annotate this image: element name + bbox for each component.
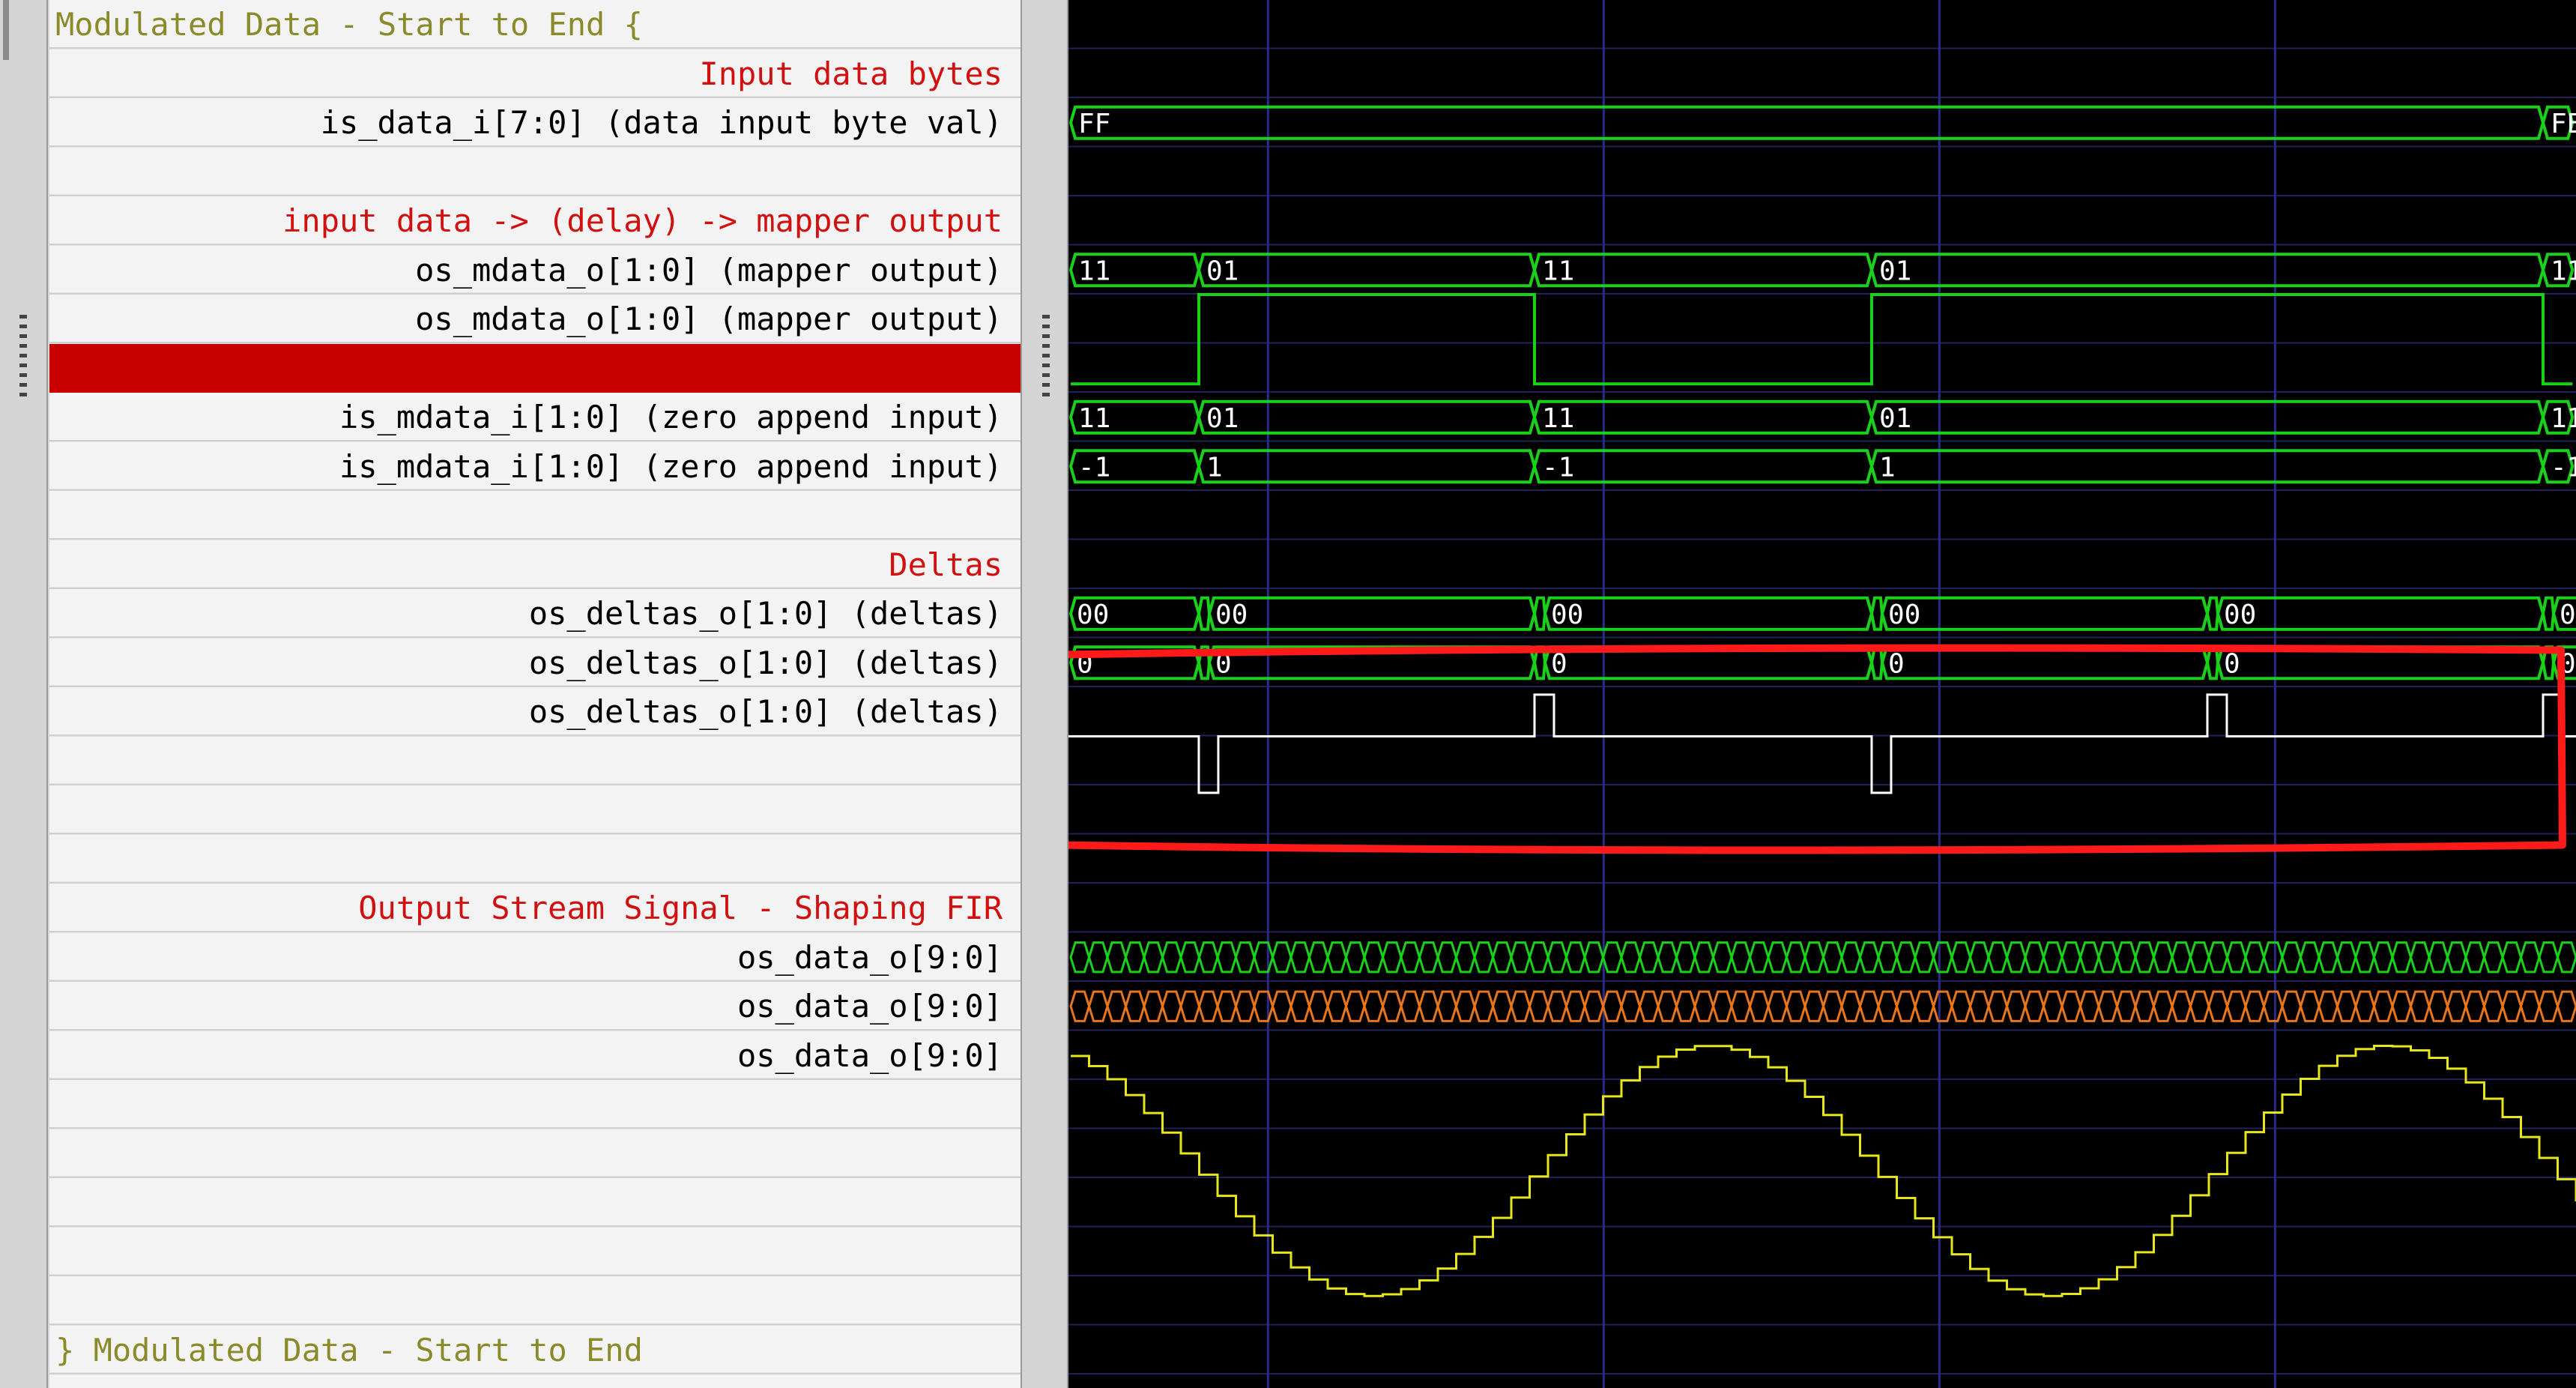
mdata-hex-bus-segment — [1869, 253, 2545, 288]
signal-name[interactable]: os_deltas_o[1:0] (deltas) — [49, 687, 1021, 737]
signal-name[interactable]: os_data_o[9:0] — [49, 933, 1021, 983]
zero-append-hex-bus-value-label: 11 — [1542, 403, 1574, 434]
deltas-hex-bus-value-label: 00 — [1215, 600, 1248, 630]
comment-label[interactable]: Deltas — [49, 540, 1021, 590]
signal-name[interactable]: os_data_o[9:0] — [49, 1031, 1021, 1081]
waveform-canvas[interactable]: FF FE11 01 11 01 1111 01 11 01 11-1 1 -1 1 -100 00 00 00… — [1068, 0, 2576, 1388]
deltas-hex-bus-glitch — [2205, 596, 2219, 631]
scroll-thumb[interactable] — [3, 0, 9, 60]
deltas-dec-bus-value-label: 0 — [1888, 648, 1905, 679]
zero-append-signed-bus-value-label: 1 — [1206, 452, 1223, 483]
deltas-hex-bus-segment — [1543, 596, 1874, 631]
deltas-hex-bus-glitch — [1197, 596, 1211, 631]
comment-label[interactable]: Output Stream Signal - Shaping FIR — [49, 884, 1021, 933]
os-data-bus-green — [1069, 941, 2576, 974]
mdata-hex-bus-value-label: 11 — [2551, 256, 2576, 286]
zero-append-signed-bus-segment — [1532, 449, 1874, 484]
deltas-hex-bus-segment — [1207, 596, 1537, 631]
zero-append-signed-bus-value-label: -1 — [1078, 452, 1110, 483]
os-data-analog-trace — [1071, 1045, 2576, 1297]
mdata-hex-bus-segment — [1197, 253, 1537, 288]
zero-append-signed-bus-segment — [1869, 449, 2545, 484]
splitter-grip-icon[interactable] — [1042, 315, 1050, 397]
zero-append-signed-bus-segment — [1197, 449, 1537, 484]
group-label[interactable]: } Modulated Data - Start to End — [49, 1326, 1021, 1375]
deltas-hex-bus-glitch — [1869, 596, 1884, 631]
zero-append-signed-bus-value-label: -1 — [1542, 452, 1574, 483]
deltas-hex-bus-segment — [1880, 596, 2210, 631]
deltas-hex-bus-value-label: 00 — [1888, 600, 1920, 630]
deltas-hex-bus-value-label: 00 — [2560, 600, 2576, 630]
signal-name[interactable]: is_data_i[7:0] (data input byte val) — [49, 98, 1021, 148]
resize-grip-icon[interactable] — [19, 315, 27, 397]
blank-row[interactable] — [49, 785, 1021, 835]
is-data-bus-value-label: FF — [1078, 109, 1110, 139]
zero-append-hex-bus-value-label: 01 — [1206, 403, 1239, 434]
deltas-dec-bus-value-label: 0 — [2224, 648, 2240, 679]
comment-label[interactable]: Input data bytes — [49, 49, 1021, 99]
mdata-hex-bus-segment — [1532, 253, 1874, 288]
deltas-hex-bus-segment — [2216, 596, 2545, 631]
zero-append-hex-bus-value-label: 01 — [1879, 403, 1911, 434]
deltas-hex-bus-value-label: 00 — [2224, 600, 2256, 630]
deltas-hex-bus-glitch — [1532, 596, 1546, 631]
os-data-bus-orange — [1069, 990, 2576, 1022]
mdata-hex-bus-value-label: 11 — [1542, 256, 1574, 286]
blank-row[interactable] — [49, 1276, 1021, 1326]
blank-row[interactable] — [49, 1129, 1021, 1179]
mdata-hex-bus-value-label: 01 — [1879, 256, 1911, 286]
zero-append-hex-bus-value-label: 11 — [1078, 403, 1110, 434]
left-scrollbar[interactable] — [0, 0, 48, 1388]
mdata-analog-trace — [1071, 293, 2573, 386]
blank-row[interactable] — [49, 1178, 1021, 1228]
zero-append-hex-bus-value-label: 11 — [2551, 403, 2576, 434]
signal-name[interactable]: os_deltas_o[1:0] (deltas) — [49, 589, 1021, 639]
waveform-panel[interactable]: FF FE 11 01 11 01 11 11 01 11 01 11 -1 1 -1 1 -1 00 00 00 00… — [1068, 0, 2576, 1388]
zero-append-signed-bus-value-label: -1 — [2551, 452, 2576, 483]
blank-row[interactable] — [49, 491, 1021, 540]
blank-row[interactable] — [49, 1228, 1021, 1277]
signal-name[interactable]: os_mdata_o[1:0] (mapper output) — [49, 246, 1021, 295]
zero-append-signed-bus-value-label: 1 — [1879, 452, 1896, 483]
blank-row[interactable] — [49, 737, 1021, 786]
signal-name[interactable]: os_deltas_o[1:0] (deltas) — [49, 639, 1021, 688]
mdata-hex-bus-value-label: 01 — [1206, 256, 1239, 286]
zero-append-hex-bus-segment — [1869, 399, 2545, 435]
selected-row[interactable] — [49, 343, 1021, 393]
deltas-analog-trace — [1068, 693, 2576, 794]
panel-splitter[interactable] — [1021, 0, 1068, 1388]
signal-name[interactable]: os_data_o[9:0] — [49, 982, 1021, 1031]
blank-row[interactable] — [49, 1080, 1021, 1129]
deltas-hex-bus-value-label: 00 — [1551, 600, 1583, 630]
mdata-hex-bus-value-label: 11 — [1078, 256, 1110, 286]
is-data-bus-value-label: FE — [2551, 109, 2576, 139]
signal-names-panel: Modulated Data - Start to End {Input dat… — [49, 0, 1021, 1388]
blank-row[interactable] — [49, 835, 1021, 884]
deltas-hex-bus-value-label: 00 — [1077, 600, 1109, 630]
signal-name[interactable]: is_mdata_i[1:0] (zero append input) — [49, 442, 1021, 492]
signal-name[interactable]: is_mdata_i[1:0] (zero append input) — [49, 393, 1021, 442]
blank-row[interactable] — [49, 148, 1021, 197]
comment-label[interactable]: input data -> (delay) -> mapper output — [49, 196, 1021, 246]
deltas-hex-bus-glitch — [2541, 596, 2556, 631]
is-data-bus-segment — [1068, 105, 2545, 140]
zero-append-hex-bus-segment — [1197, 399, 1537, 435]
signal-name[interactable]: os_mdata_o[1:0] (mapper output) — [49, 295, 1021, 344]
group-label[interactable]: Modulated Data - Start to End { — [49, 0, 1021, 49]
zero-append-hex-bus-segment — [1532, 399, 1874, 435]
